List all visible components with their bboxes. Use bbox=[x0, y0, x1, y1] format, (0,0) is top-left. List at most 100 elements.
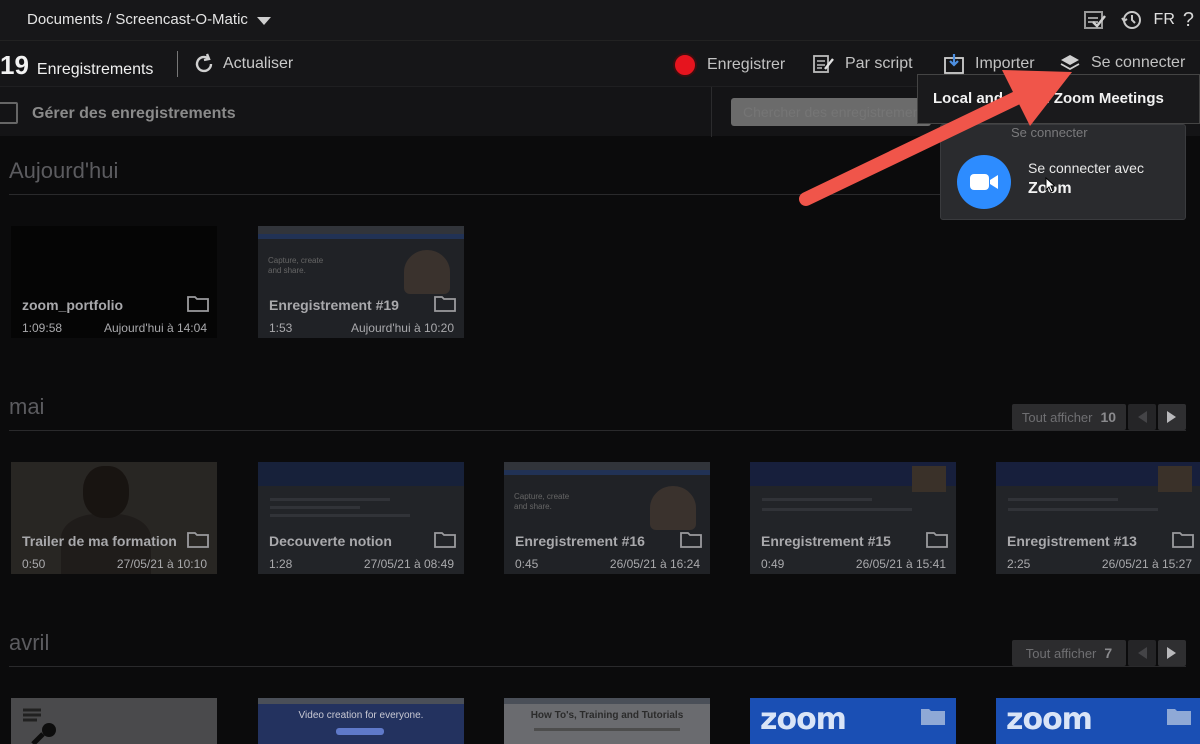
recording-duration: 0:45 bbox=[515, 557, 539, 571]
recording-duration: 1:09:58 bbox=[22, 321, 63, 335]
title-bar: Documents / Screencast-O-Matic FR ? bbox=[0, 0, 1200, 40]
zoom-logo: zoom bbox=[760, 702, 847, 737]
show-all-count: 7 bbox=[1104, 645, 1113, 661]
recording-card[interactable]: Capture, create and share. Enregistremen… bbox=[258, 226, 464, 338]
record-icon bbox=[673, 53, 697, 77]
script-icon bbox=[813, 55, 834, 73]
folder-icon[interactable] bbox=[920, 706, 946, 731]
search-input[interactable] bbox=[731, 98, 931, 126]
checklist-icon[interactable] bbox=[1082, 7, 1108, 33]
recording-duration: 2:25 bbox=[1007, 557, 1031, 571]
chevron-right-icon bbox=[1167, 647, 1176, 659]
folder-icon[interactable] bbox=[1166, 706, 1192, 731]
folder-icon[interactable] bbox=[926, 530, 948, 553]
recording-title: Enregistrement #16 bbox=[515, 533, 645, 549]
recordings-count: 19 Enregistrements bbox=[0, 50, 153, 81]
folder-icon[interactable] bbox=[187, 294, 209, 317]
folder-icon[interactable] bbox=[187, 530, 209, 553]
recording-title: Trailer de ma formation bbox=[22, 533, 177, 549]
layers-icon bbox=[1060, 55, 1080, 71]
show-all-button[interactable]: Tout afficher 7 bbox=[1012, 640, 1126, 666]
zoom-connect-option[interactable] bbox=[957, 155, 1011, 209]
script-button[interactable]: Par script bbox=[813, 53, 913, 75]
show-all-count: 10 bbox=[1100, 409, 1117, 425]
folder-icon[interactable] bbox=[1172, 530, 1194, 553]
history-icon[interactable] bbox=[1118, 7, 1144, 33]
next-page-button[interactable] bbox=[1158, 404, 1186, 430]
chevron-left-icon bbox=[1138, 647, 1147, 659]
tooltip-text: Local and Cloud Zoom Meetings bbox=[933, 90, 1164, 107]
thumbnail-text: Video creation for everyone. bbox=[298, 710, 424, 721]
folder-icon[interactable] bbox=[434, 530, 456, 553]
show-all-label: Tout afficher bbox=[1021, 409, 1093, 425]
recording-card[interactable]: zoom bbox=[996, 698, 1200, 744]
section-title-april: avril bbox=[9, 630, 50, 655]
recording-title: Enregistrement #13 bbox=[1007, 533, 1137, 549]
zoom-camera-icon bbox=[970, 174, 998, 190]
folder-icon[interactable] bbox=[680, 530, 702, 553]
chevron-down-icon[interactable] bbox=[256, 16, 271, 25]
recording-date: Aujourd'hui à 10:20 bbox=[350, 321, 454, 335]
section-divider bbox=[9, 666, 1186, 667]
connect-popover: Se connecter Se connecter avec Zoom bbox=[940, 124, 1186, 220]
refresh-button[interactable]: Actualiser bbox=[193, 53, 293, 75]
show-all-button[interactable]: Tout afficher 10 bbox=[1012, 404, 1126, 430]
show-all-label: Tout afficher bbox=[1025, 645, 1097, 661]
prev-page-button[interactable] bbox=[1128, 404, 1156, 430]
recording-date: 26/05/21 à 16:24 bbox=[609, 557, 700, 571]
recording-date: 27/05/21 à 08:49 bbox=[363, 557, 454, 571]
folder-path-label: Documents / Screencast-O-Matic bbox=[27, 11, 248, 28]
recording-title: Decouverte notion bbox=[269, 533, 392, 549]
recording-card[interactable]: Enregistrement #15 0:49 26/05/21 à 15:41 bbox=[750, 462, 956, 574]
chevron-left-icon bbox=[1138, 411, 1147, 423]
connect-label: Se connecter bbox=[1091, 54, 1186, 71]
folder-icon[interactable] bbox=[434, 294, 456, 317]
folder-path[interactable]: Documents / Screencast-O-Matic bbox=[27, 11, 271, 28]
recording-card[interactable]: zoom bbox=[750, 698, 956, 744]
recording-duration: 0:49 bbox=[761, 557, 785, 571]
section-title-today: Aujourd'hui bbox=[9, 158, 119, 183]
import-icon bbox=[944, 54, 964, 74]
recording-card[interactable]: Enregistrement #13 2:25 26/05/21 à 15:27 bbox=[996, 462, 1200, 574]
import-label: Importer bbox=[975, 55, 1035, 72]
record-label: Enregistrer bbox=[707, 56, 786, 73]
recording-date: Aujourd'hui à 14:04 bbox=[103, 321, 207, 335]
recording-date: 27/05/21 à 10:10 bbox=[116, 557, 207, 571]
section-divider bbox=[9, 430, 1186, 431]
recording-card[interactable]: Video creation for everyone. bbox=[258, 698, 464, 744]
recording-duration: 1:53 bbox=[269, 321, 293, 335]
recording-duration: 1:28 bbox=[269, 557, 293, 571]
language-selector[interactable]: FR bbox=[1154, 11, 1175, 29]
recording-title: Enregistrement #19 bbox=[269, 297, 399, 313]
recording-date: 26/05/21 à 15:41 bbox=[855, 557, 946, 571]
mouse-cursor-icon bbox=[1045, 177, 1057, 193]
zoom-logo: zoom bbox=[1006, 702, 1093, 737]
recording-card[interactable]: How To's, Training and Tutorials bbox=[504, 698, 710, 744]
recording-card[interactable]: Trailer de ma formation 0:50 27/05/21 à … bbox=[11, 462, 217, 574]
connect-with-label[interactable]: Se connecter avec bbox=[1028, 160, 1144, 176]
toolbar-divider bbox=[177, 51, 178, 77]
connect-button[interactable]: Se connecter bbox=[1059, 53, 1185, 73]
recording-card[interactable]: zoom_portfolio 1:09:58 Aujourd'hui à 14:… bbox=[11, 226, 217, 338]
import-button[interactable]: Importer bbox=[943, 53, 1035, 75]
help-icon[interactable]: ? bbox=[1183, 9, 1194, 32]
select-all-checkbox[interactable] bbox=[0, 102, 18, 124]
prev-page-button[interactable] bbox=[1128, 640, 1156, 666]
manage-recordings-label[interactable]: Gérer des enregistrements bbox=[32, 105, 236, 123]
next-page-button[interactable] bbox=[1158, 640, 1186, 666]
refresh-icon bbox=[195, 53, 213, 73]
recording-title: Enregistrement #15 bbox=[761, 533, 891, 549]
chevron-right-icon bbox=[1167, 411, 1176, 423]
recording-thumbnail bbox=[11, 698, 217, 744]
connect-tooltip: Local and Cloud Zoom Meetings bbox=[917, 74, 1200, 124]
thumbnail-text: How To's, Training and Tutorials bbox=[530, 710, 684, 721]
recording-card[interactable]: Decouverte notion 1:28 27/05/21 à 08:49 bbox=[258, 462, 464, 574]
manage-divider bbox=[711, 87, 712, 137]
recording-thumbnail: zoom bbox=[750, 698, 956, 744]
recording-duration: 0:50 bbox=[22, 557, 46, 571]
recording-card[interactable]: Capture, create and share. Enregistremen… bbox=[504, 462, 710, 574]
recording-card[interactable] bbox=[11, 698, 217, 744]
section-title-may: mai bbox=[9, 394, 45, 419]
record-button[interactable]: Enregistrer bbox=[673, 53, 785, 77]
recording-title: zoom_portfolio bbox=[22, 297, 124, 313]
